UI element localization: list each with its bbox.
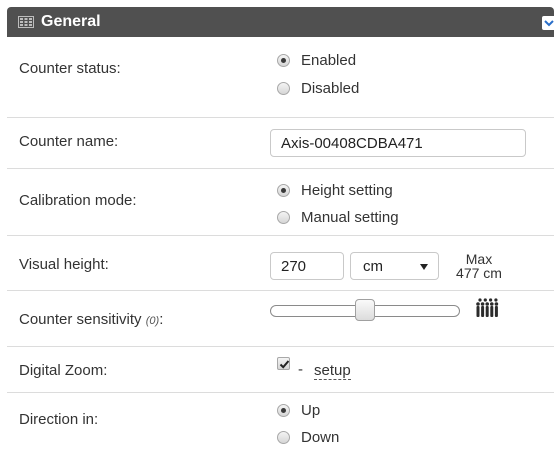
- calibration-mode-label: Calibration mode:: [19, 192, 137, 209]
- radio-down[interactable]: [277, 431, 290, 444]
- max-label: Max: [465, 251, 493, 267]
- radio-manual-setting[interactable]: [277, 211, 290, 224]
- radio-up-label: Up: [301, 402, 321, 419]
- radio-up[interactable]: [277, 404, 290, 417]
- counter-sensitivity-note: (0): [145, 315, 160, 327]
- direction-in-row: Direction in: Up Down: [7, 393, 554, 452]
- setup-link[interactable]: setup: [314, 363, 351, 380]
- counter-name-row: Counter name:: [7, 118, 554, 169]
- collapse-button[interactable]: [542, 16, 554, 30]
- radio-disabled-label: Disabled: [301, 80, 360, 97]
- visual-height-input[interactable]: [270, 252, 344, 280]
- digital-zoom-label: Digital Zoom:: [19, 362, 108, 379]
- counter-sensitivity-label: Counter sensitivity (0):: [19, 311, 163, 328]
- radio-height-setting[interactable]: [277, 184, 290, 197]
- counter-status-row: Counter status: Enabled Disabled: [7, 37, 554, 118]
- unit-select[interactable]: cm: [350, 252, 439, 280]
- dropdown-arrow-icon: [420, 264, 428, 270]
- crowd-icon: [476, 298, 499, 317]
- checkmark-icon: [279, 360, 290, 369]
- sensitivity-slider-handle[interactable]: [355, 299, 375, 321]
- max-height-text: Max 477 cm: [449, 252, 509, 280]
- settings-grid-icon: [18, 16, 34, 28]
- digital-zoom-row: Digital Zoom: - setup: [7, 347, 554, 393]
- panel-header[interactable]: General: [7, 7, 554, 37]
- radio-height-setting-label: Height setting: [301, 182, 393, 199]
- radio-down-label: Down: [301, 429, 340, 446]
- calibration-mode-row: Calibration mode: Height setting Manual …: [7, 169, 554, 236]
- general-panel: General Counter status: Enabled Disabled…: [7, 7, 554, 452]
- radio-manual-setting-label: Manual setting: [301, 209, 399, 226]
- counter-status-label: Counter status:: [19, 60, 121, 77]
- counter-name-label: Counter name:: [19, 133, 119, 150]
- counter-sensitivity-text: Counter sensitivity: [19, 311, 142, 328]
- counter-sensitivity-colon: :: [159, 311, 164, 328]
- digital-zoom-checkbox[interactable]: [277, 357, 290, 370]
- radio-disabled[interactable]: [277, 82, 290, 95]
- setup-dash: -: [298, 361, 303, 378]
- chevron-down-icon: [544, 20, 554, 27]
- direction-in-label: Direction in:: [19, 411, 99, 428]
- visual-height-row: Visual height: cm Max 477 cm: [7, 236, 554, 291]
- counter-name-input[interactable]: [270, 129, 526, 157]
- panel-title: General: [41, 13, 101, 30]
- counter-sensitivity-row: Counter sensitivity (0):: [7, 291, 554, 347]
- radio-enabled-label: Enabled: [301, 52, 357, 69]
- max-value: 477 cm: [456, 265, 502, 281]
- unit-select-value: cm: [363, 258, 383, 275]
- visual-height-label: Visual height:: [19, 256, 109, 273]
- radio-enabled[interactable]: [277, 54, 290, 67]
